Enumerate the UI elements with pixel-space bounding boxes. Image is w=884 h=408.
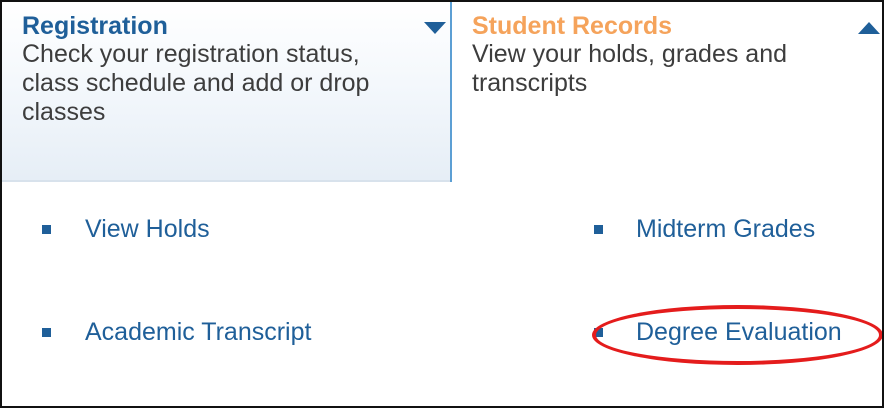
bullet-icon [42, 327, 51, 337]
degree-evaluation-link[interactable]: Degree Evaluation [636, 318, 842, 347]
view-holds-link[interactable]: View Holds [85, 215, 210, 244]
link-item-midterm-grades[interactable]: Midterm Grades [594, 213, 815, 245]
chevron-down-icon[interactable] [424, 22, 446, 34]
tab-student-records[interactable]: Student Records View your holds, grades … [450, 2, 882, 182]
midterm-grades-link[interactable]: Midterm Grades [636, 215, 815, 244]
link-item-degree-evaluation[interactable]: Degree Evaluation [594, 316, 842, 348]
tab-registration-description: Check your registration status, class sc… [22, 40, 370, 126]
tab-student-records-title[interactable]: Student Records [472, 12, 882, 40]
tab-registration[interactable]: Registration Check your registration sta… [2, 2, 450, 182]
chevron-up-icon[interactable] [858, 22, 880, 34]
student-portal-panel: Registration Check your registration sta… [0, 0, 884, 408]
link-item-academic-transcript[interactable]: Academic Transcript [42, 316, 311, 348]
tab-student-records-description: View your holds, grades and transcripts [472, 40, 788, 97]
tab-registration-title[interactable]: Registration [22, 12, 450, 40]
bullet-icon [594, 327, 603, 337]
bullet-icon [42, 224, 51, 234]
link-item-view-holds[interactable]: View Holds [42, 213, 210, 245]
academic-transcript-link[interactable]: Academic Transcript [85, 318, 311, 347]
bullet-icon [594, 224, 603, 234]
